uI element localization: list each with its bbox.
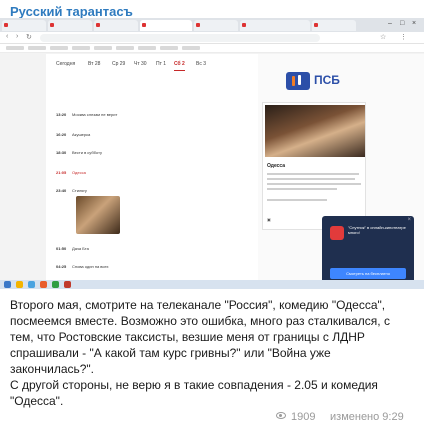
- minimize-icon: –: [388, 20, 392, 27]
- schedule-row: 13:20 Москва слезам не верит: [56, 112, 118, 117]
- schedule-row: 01:50 Дача Бта: [56, 246, 89, 251]
- browser-tab-active: [140, 20, 192, 31]
- tv-schedule-page: Сегодня Вт 28 Ср 29 Чт 30 Пт 1 Сб 2 Вс 3…: [46, 54, 258, 282]
- attached-screenshot[interactable]: – □ × ‹ › ↻ ☆ ⋮ Сегодня Вт 28 Ср 29 Чт 3…: [0, 18, 424, 289]
- star-icon: ☆: [380, 34, 387, 41]
- day-tab: Вт 28: [88, 61, 101, 67]
- chrome-icon: [52, 281, 59, 288]
- day-selector: Сегодня Вт 28 Ср 29 Чт 30 Пт 1 Сб 2 Вс 3: [46, 58, 258, 71]
- maximize-icon: □: [400, 20, 405, 27]
- schedule-row: 16:20 Акушерка: [56, 132, 91, 137]
- media-icon: [64, 281, 71, 288]
- day-tab-selected: Сб 2: [174, 58, 185, 71]
- view-count: 1909: [291, 411, 316, 423]
- psb-logo-icon: [286, 72, 310, 90]
- schedule-row: 23:40 Стилягу: [56, 188, 87, 193]
- day-tab: Чт 30: [134, 61, 147, 67]
- browser-tab: [240, 20, 310, 31]
- program-title: Одесса: [267, 163, 286, 169]
- eye-icon: [276, 412, 286, 419]
- message-paragraph: Второго мая, смотрите на телеканале "Рос…: [10, 298, 390, 376]
- bookmarks-bar: [0, 44, 424, 53]
- day-tab: Ср 29: [112, 61, 126, 67]
- browser-tab: [194, 20, 238, 31]
- forward-icon: ›: [16, 33, 19, 40]
- day-tab: Сегодня: [56, 61, 76, 67]
- message-paragraph: С другой стороны, не верю я в такие совп…: [10, 378, 378, 408]
- schedule-row: 18:30 Вести в субботу: [56, 150, 102, 155]
- popup-watch-button: Смотреть на бесплатно: [330, 268, 406, 279]
- program-photo: [265, 105, 365, 157]
- browser-tab: [312, 20, 356, 31]
- back-icon: ‹: [6, 33, 9, 40]
- watch-later-button: ▣: [267, 217, 271, 222]
- ie-icon: [28, 281, 35, 288]
- channel-title[interactable]: Русский тарантасъ: [10, 4, 133, 19]
- menu-icon: ⋮: [400, 34, 407, 41]
- day-tab: Вс 3: [196, 61, 207, 67]
- firefox-icon: [40, 281, 47, 288]
- schedule-row: 04:25 Снова один на всех: [56, 264, 109, 269]
- brand-name: ПСБ: [314, 73, 340, 87]
- url-field: [40, 34, 320, 42]
- close-icon: ×: [407, 217, 411, 223]
- edited-time: изменено 9:29: [330, 411, 404, 423]
- schedule-row-highlighted: 21:05 Одесса: [56, 170, 86, 175]
- message-footer: 1909 изменено 9:29: [0, 411, 424, 425]
- app-icon: [330, 226, 344, 240]
- program-card: Одесса ▣: [262, 102, 366, 230]
- folder-icon: [16, 281, 23, 288]
- taskbar: [0, 280, 424, 289]
- start-icon: [4, 281, 11, 288]
- address-bar: ‹ › ↻ ☆ ⋮: [0, 32, 424, 44]
- streaming-popup: × "Спутник" в онлайн-кинотеатре много! С…: [322, 216, 414, 288]
- day-tab: Пт 1: [156, 61, 167, 67]
- popup-text: "Спутник" в онлайн-кинотеатре много!: [348, 225, 406, 235]
- close-window-icon: ×: [412, 20, 417, 27]
- message-text: Второго мая, смотрите на телеканале "Рос…: [10, 297, 414, 409]
- browser-tab: [2, 20, 46, 31]
- movie-still-image: [76, 196, 120, 234]
- browser-tab: [48, 20, 92, 31]
- reload-icon: ↻: [26, 34, 32, 41]
- browser-tab: [94, 20, 138, 31]
- browser-tab-strip: – □ ×: [0, 18, 424, 32]
